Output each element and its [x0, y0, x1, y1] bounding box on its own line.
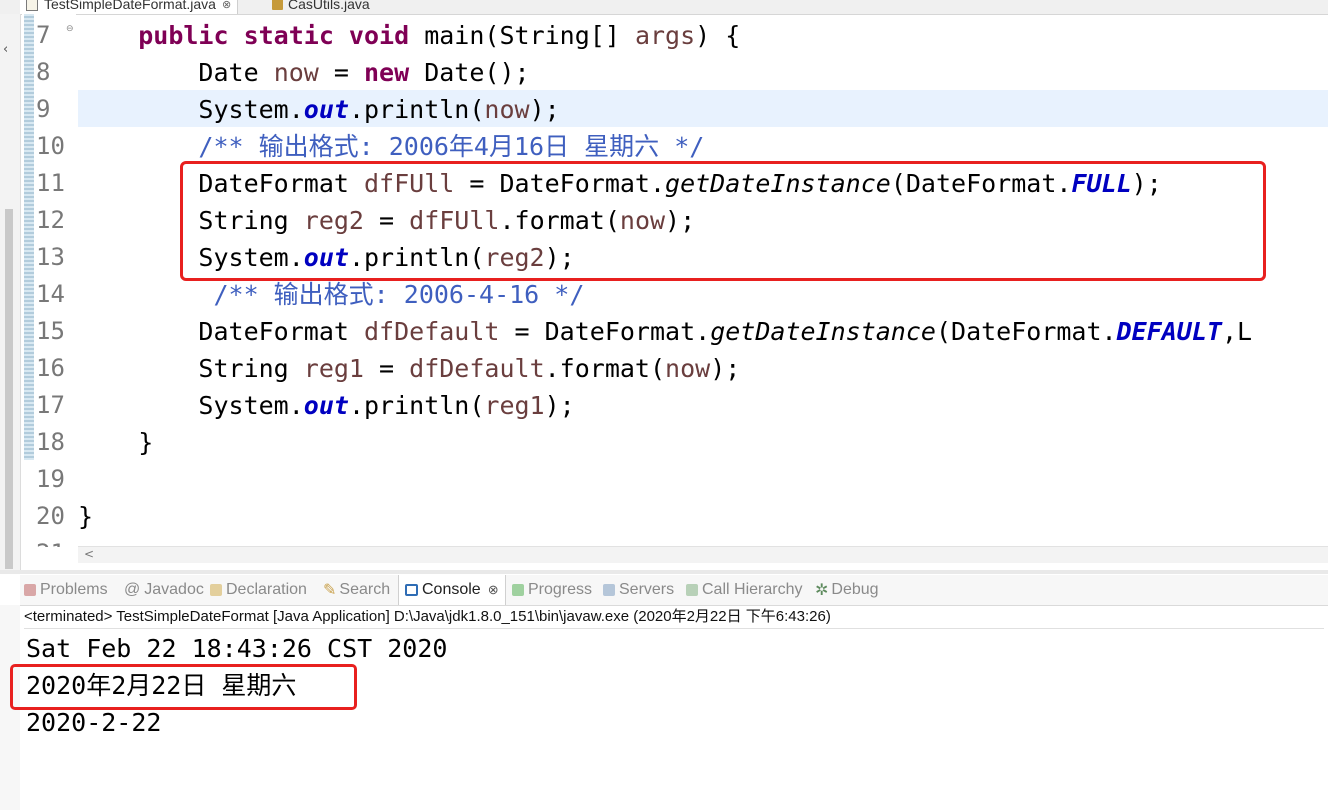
call-hierarchy-icon	[686, 584, 698, 596]
tab-search[interactable]: ✎ Search	[323, 575, 390, 605]
tab-call-hierarchy[interactable]: Call Hierarchy	[686, 575, 802, 605]
tab-label: Console	[422, 581, 481, 598]
line-number: 17	[36, 391, 65, 419]
editor-tab-label: TestSimpleDateFormat.java	[44, 0, 216, 12]
servers-icon	[603, 584, 615, 596]
code-line-7: public static void main(String[] args) {	[138, 21, 741, 50]
fold-collapse-icon[interactable]: ⊖	[66, 24, 74, 34]
code-line-18: }	[78, 428, 154, 457]
code-line-15: DateFormat dfDefault = DateFormat.getDat…	[198, 317, 1253, 346]
annotation-ruler	[22, 14, 36, 560]
tab-label: Javadoc	[144, 581, 204, 598]
line-number: 13	[36, 243, 65, 271]
code-line-8: Date now = new Date();	[198, 58, 530, 87]
tab-problems[interactable]: Problems	[24, 575, 108, 605]
line-number: 7	[36, 21, 51, 49]
java-file-icon	[272, 0, 283, 10]
tab-debug[interactable]: ✲ Debug	[815, 575, 879, 605]
console-icon	[405, 584, 418, 596]
vertical-scrollbar[interactable]	[5, 209, 13, 569]
tab-label: Debug	[831, 581, 879, 598]
code-line-16: String reg1 = dfDefault.format(now);	[198, 354, 741, 383]
line-number-gutter: 7 8 9 10 11 12 13 14 15 16 17 18 19 20 2…	[36, 14, 76, 560]
tab-label: Progress	[528, 581, 593, 598]
code-line-17: System.out.println(reg1);	[198, 391, 575, 420]
tab-label: Problems	[40, 581, 108, 598]
problems-icon	[24, 584, 36, 596]
quick-diff-stripe	[24, 14, 34, 460]
red-highlight-box	[180, 161, 1266, 281]
editor-tab-testsimpledateformat[interactable]: TestSimpleDateFormat.java ⊗	[20, 0, 239, 14]
search-icon: ✎	[323, 582, 337, 599]
tab-label: Servers	[619, 581, 675, 598]
code-line-14: /** 输出格式: 2006-4-16 */	[213, 280, 585, 309]
scroll-left-icon[interactable]: <	[84, 547, 94, 561]
line-number: 14	[36, 280, 65, 308]
line-number: 16	[36, 354, 65, 382]
chevron-left-icon[interactable]: ‹	[3, 42, 8, 57]
tab-javadoc[interactable]: @ Javadoc	[124, 575, 204, 605]
line-number: 15	[36, 317, 65, 345]
tab-label: Call Hierarchy	[702, 581, 803, 598]
line-number: 10	[36, 132, 65, 160]
code-line-20: }	[78, 502, 94, 531]
line-number: 11	[36, 169, 65, 197]
java-file-icon	[26, 0, 38, 11]
line-number: 8	[36, 58, 51, 86]
tab-label: Search	[339, 581, 391, 598]
left-panel-edge: ‹	[0, 14, 21, 570]
editor-tab-casutils[interactable]: CasUtils.java	[268, 0, 374, 14]
declaration-icon	[210, 584, 222, 596]
close-icon[interactable]: ⊗	[222, 0, 231, 11]
tab-label: Declaration	[226, 581, 307, 598]
line-number: 18	[36, 428, 65, 456]
line-number: 9	[36, 95, 51, 123]
line-number: 19	[36, 465, 65, 493]
debug-icon: ✲	[815, 582, 829, 599]
tab-console[interactable]: Console ⊗	[398, 575, 506, 605]
editor-tab-label: CasUtils.java	[288, 0, 370, 12]
close-icon[interactable]: ⊗	[488, 582, 499, 598]
tab-servers[interactable]: Servers	[603, 575, 674, 605]
tab-progress[interactable]: Progress	[512, 575, 592, 605]
progress-icon	[512, 584, 524, 596]
line-number: 21	[36, 535, 70, 547]
horizontal-scrollbar[interactable]: <	[78, 546, 1328, 563]
editor-tab-bar: TestSimpleDateFormat.java ⊗ CasUtils.jav…	[0, 0, 1328, 15]
code-line-9: System.out.println(now);	[198, 95, 560, 124]
view-tab-bar: Problems @ Javadoc Declaration ✎ Search …	[20, 575, 1328, 606]
red-highlight-box	[10, 664, 357, 710]
code-line-10: /** 输出格式: 2006年4月16日 星期六 */	[198, 132, 705, 161]
panel-divider[interactable]	[0, 570, 1328, 574]
line-number: 12	[36, 206, 65, 234]
line-number: 20	[36, 502, 65, 530]
console-line: Sat Feb 22 18:43:26 CST 2020	[26, 634, 448, 663]
console-status: <terminated> TestSimpleDateFormat [Java …	[24, 606, 1324, 629]
tab-declaration[interactable]: Declaration	[210, 575, 307, 605]
at-icon: @	[124, 581, 141, 598]
